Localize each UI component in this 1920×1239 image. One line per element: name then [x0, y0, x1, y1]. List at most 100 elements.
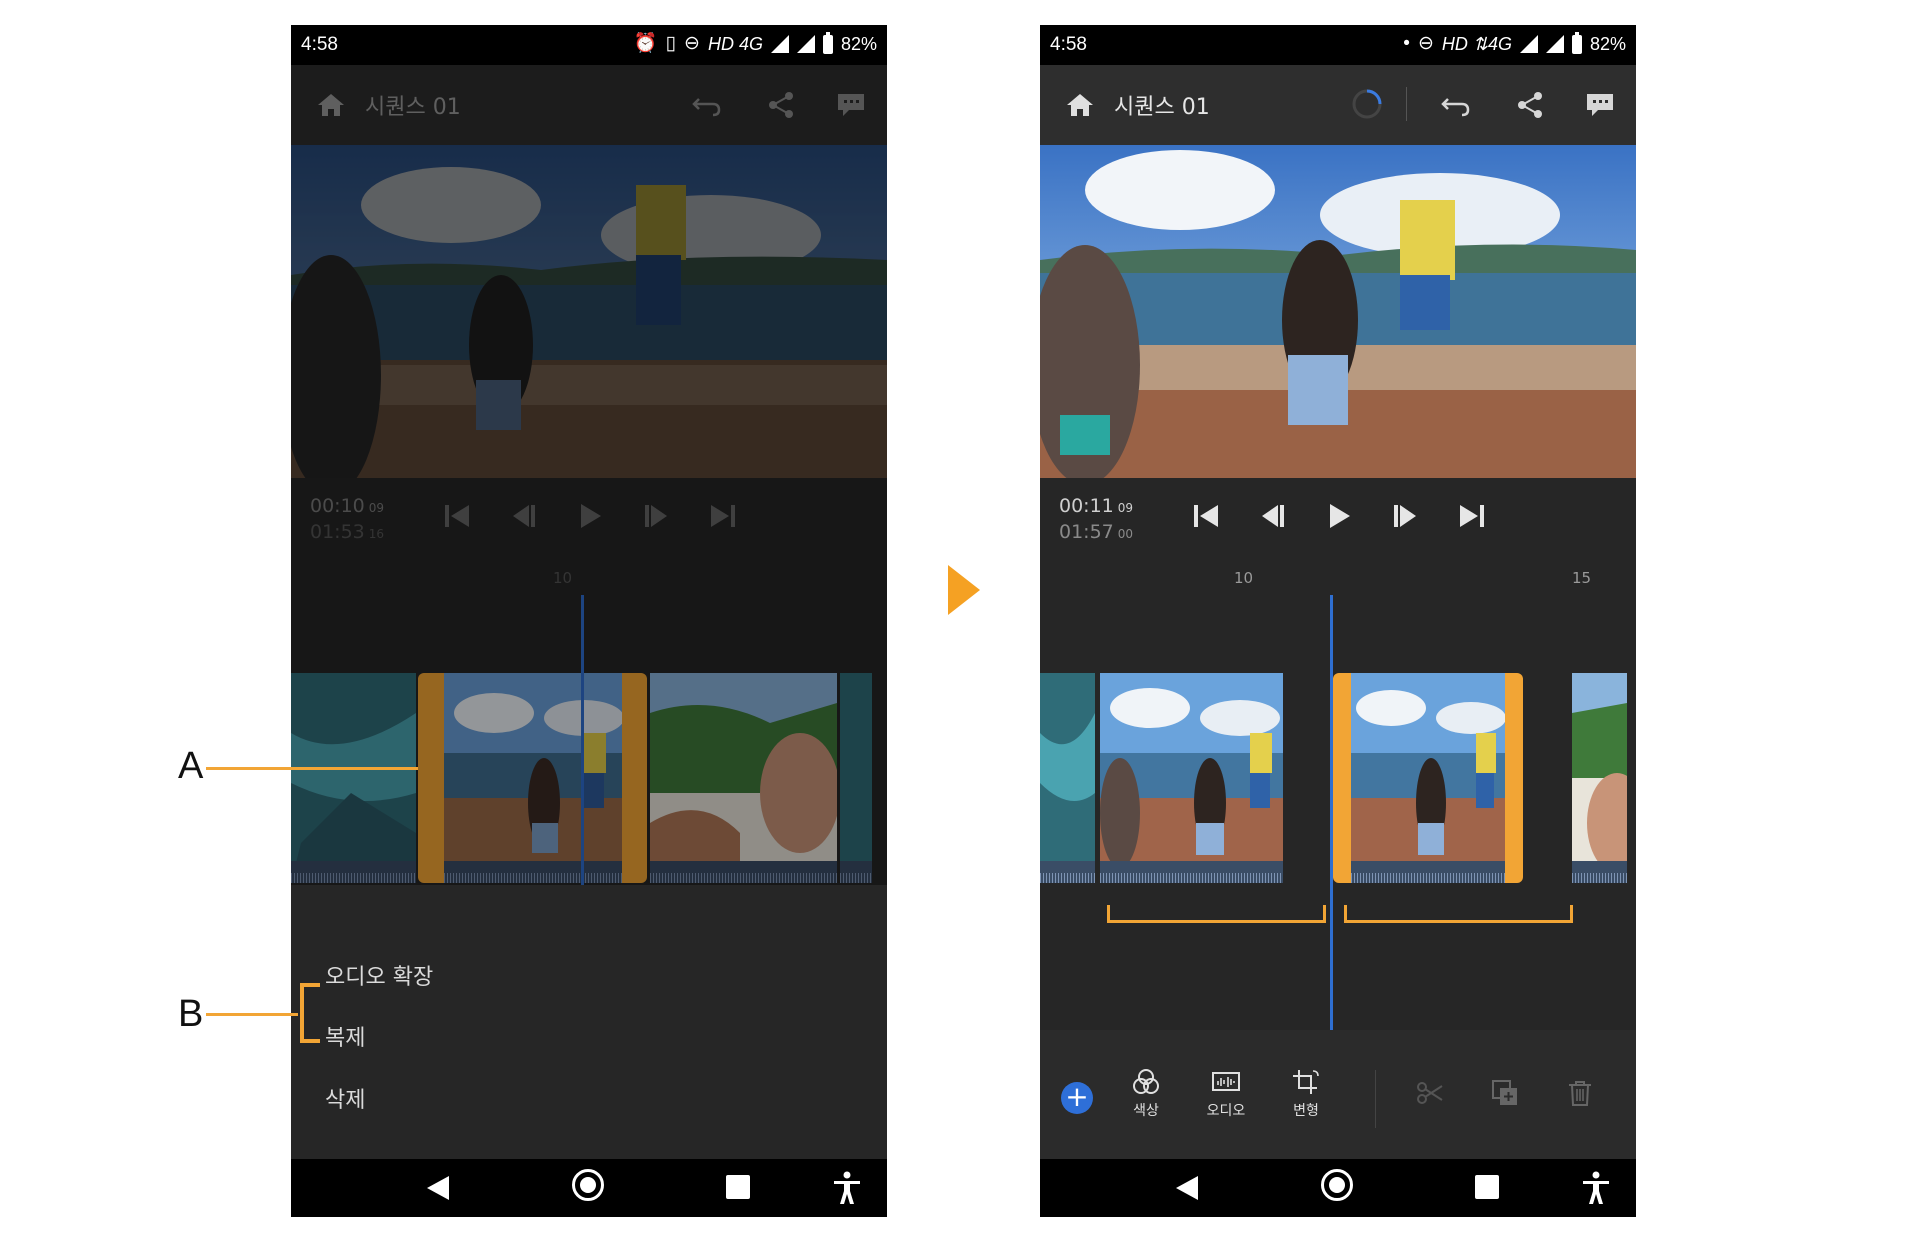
skip-to-end-icon[interactable] [705, 499, 739, 533]
do-not-disturb-icon: ⊖ [684, 33, 700, 54]
comment-icon[interactable] [1584, 89, 1616, 121]
audio-waveform [291, 861, 416, 883]
clip-thumbnail[interactable] [291, 673, 416, 883]
transport-controls: 00:11 09 01:57 00 [1040, 478, 1636, 573]
duplicate-bracket-original [1107, 920, 1326, 923]
video-preview[interactable] [291, 145, 887, 478]
transform-tool[interactable]: 변형 [1276, 1068, 1336, 1120]
callout-bracket-b [300, 983, 304, 1043]
skip-to-start-icon[interactable] [1190, 499, 1224, 533]
callout-bracket-b-top [300, 983, 320, 987]
video-preview[interactable] [1040, 145, 1636, 478]
audio-waveform [650, 861, 837, 883]
playhead[interactable] [1330, 595, 1333, 1030]
total-timecode: 01:57 00 [1059, 521, 1134, 543]
battery-icon [822, 31, 833, 54]
color-tool[interactable]: 색상 [1116, 1068, 1176, 1120]
audio-icon [1212, 1072, 1240, 1091]
accessibility-icon[interactable] [832, 1171, 862, 1205]
status-time: 4:58 [301, 34, 338, 55]
step-back-icon[interactable] [1256, 499, 1290, 533]
callout-label-b: B [178, 993, 204, 1035]
share-icon[interactable] [1514, 89, 1546, 121]
play-icon[interactable] [1322, 499, 1356, 533]
battery-percent: 82% [840, 33, 877, 54]
network-label: HD 4G [707, 33, 763, 54]
home-icon[interactable] [317, 91, 345, 119]
step-forward-icon[interactable] [1388, 499, 1422, 533]
nav-recents-icon[interactable] [1475, 1175, 1499, 1199]
clip-thumbnail[interactable] [1351, 673, 1505, 883]
comment-icon[interactable] [835, 89, 867, 121]
signal-icon [1519, 35, 1538, 53]
clip-toolbar: + 색상 오디오 변형 [1040, 1030, 1636, 1160]
add-media-button[interactable]: + [1061, 1082, 1093, 1114]
status-icons: • ⊖ HD ⇅4G 82% [1403, 31, 1626, 55]
step-back-icon[interactable] [507, 499, 541, 533]
transport-controls: 00:10 09 01:53 16 [291, 478, 887, 573]
do-not-disturb-icon: ⊖ [1417, 33, 1434, 54]
duplicate-bracket-left-end [1323, 905, 1326, 923]
callout-bracket-b-bottom [300, 1039, 320, 1043]
selected-clip[interactable] [1333, 673, 1523, 883]
app-header: 시퀀스 01 [291, 65, 887, 145]
signal-icon [770, 35, 789, 53]
nav-home-icon[interactable] [572, 1169, 604, 1201]
selected-clip[interactable] [418, 673, 647, 883]
accessibility-icon[interactable] [1581, 1171, 1611, 1205]
sequence-title: 시퀀스 01 [365, 95, 461, 120]
split-scissors-icon[interactable] [1415, 1078, 1445, 1108]
menu-item-extend-audio[interactable]: 오디오 확장 [325, 959, 433, 991]
timeline-clips [291, 673, 887, 883]
audio-waveform [444, 861, 622, 883]
clip-thumbnail[interactable] [650, 673, 837, 883]
phone-screen-after: 4:58 • ⊖ HD ⇅4G 82% 시퀀스 01 00:11 09 01:5… [1040, 25, 1636, 1217]
loading-spinner-icon [1352, 89, 1382, 119]
menu-item-duplicate[interactable]: 복제 [325, 1020, 365, 1052]
vibrate-icon: ▯ [665, 33, 677, 54]
skip-to-start-icon[interactable] [441, 499, 475, 533]
callout-line-b [206, 1013, 298, 1016]
toolbar-divider [1375, 1070, 1376, 1128]
audio-tool[interactable]: 오디오 [1196, 1068, 1256, 1120]
system-nav-bar [291, 1159, 887, 1217]
system-nav-bar [1040, 1159, 1636, 1217]
step-forward-icon[interactable] [639, 499, 673, 533]
clip-thumbnail[interactable] [840, 673, 872, 883]
audio-waveform [840, 861, 872, 883]
header-divider [1406, 87, 1407, 121]
clip-thumbnail[interactable] [1572, 673, 1627, 883]
clip-thumbnail[interactable] [1100, 673, 1283, 883]
undo-icon[interactable] [691, 89, 723, 121]
clip-thumbnail[interactable] [444, 673, 622, 883]
menu-item-delete[interactable]: 삭제 [325, 1082, 365, 1114]
audio-waveform [1351, 861, 1505, 883]
skip-to-end-icon[interactable] [1454, 499, 1488, 533]
nav-back-icon[interactable] [1176, 1176, 1198, 1200]
ruler-tick-label: 15 [1572, 569, 1592, 587]
playhead[interactable] [581, 595, 584, 885]
status-icons: ⏰ ▯ ⊖ HD 4G 82% [634, 31, 877, 55]
nav-home-icon[interactable] [1321, 1169, 1353, 1201]
battery-percent: 82% [1589, 33, 1626, 54]
ruler-tick-label: 10 [553, 569, 573, 587]
nav-back-icon[interactable] [427, 1176, 449, 1200]
home-icon[interactable] [1066, 91, 1094, 119]
play-icon[interactable] [573, 499, 607, 533]
transition-arrow [948, 565, 980, 615]
crop-icon [1293, 1070, 1319, 1094]
delete-trash-icon[interactable] [1565, 1078, 1595, 1108]
undo-icon[interactable] [1440, 89, 1472, 121]
nav-recents-icon[interactable] [726, 1175, 750, 1199]
share-icon[interactable] [765, 89, 797, 121]
sequence-title: 시퀀스 01 [1114, 95, 1210, 120]
transform-tool-label: 변형 [1293, 1103, 1319, 1119]
status-bar: 4:58 ⏰ ▯ ⊖ HD 4G 82% [291, 25, 887, 65]
signal-2-icon [1545, 35, 1564, 53]
callout-label-a: A [178, 745, 204, 787]
clip-context-menu: 오디오 확장 복제 삭제 [291, 885, 887, 1160]
signal-2-icon [796, 35, 815, 53]
callout-line-a [206, 767, 418, 770]
clip-thumbnail[interactable] [1040, 673, 1095, 883]
duplicate-icon[interactable] [1490, 1078, 1520, 1108]
